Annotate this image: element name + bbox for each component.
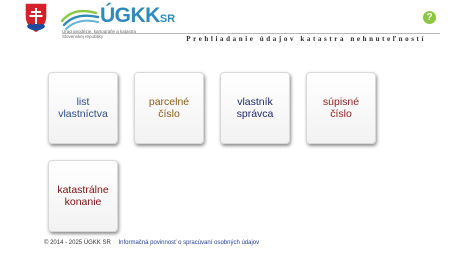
tile-parcelne-cislo[interactable]: parcelné číslo bbox=[134, 72, 204, 144]
tile-label-line2: číslo bbox=[158, 108, 180, 120]
page-title: Prehliadanie údajov katastra nehnuteľnos… bbox=[186, 35, 426, 43]
page-title-bar: Prehliadanie údajov katastra nehnuteľnos… bbox=[62, 33, 440, 43]
tile-label: katastrálne konanie bbox=[57, 184, 108, 208]
page-footer: © 2014 - 2025 ÚGKK SR Informačná povinno… bbox=[44, 240, 259, 246]
tile-label-line2: číslo bbox=[330, 108, 352, 120]
tile-label-line2: vlastníctva bbox=[58, 108, 108, 120]
tile-label-line1: list bbox=[76, 96, 90, 108]
tile-label-line1: súpisné bbox=[322, 96, 360, 108]
tile-label-line2: správca bbox=[236, 108, 274, 120]
logo-suffix: SR bbox=[159, 13, 176, 25]
help-icon[interactable]: ? bbox=[423, 11, 436, 24]
tile-list-vlastnictva[interactable]: list vlastníctva bbox=[48, 72, 118, 144]
tile-label: súpisné číslo bbox=[323, 96, 359, 120]
tile-vlastnik-spravca[interactable]: vlastník správca bbox=[220, 72, 290, 144]
privacy-info-link[interactable]: Informačná povinnosť o spracúvaní osobný… bbox=[118, 240, 259, 246]
footer-copyright: © 2014 - 2025 ÚGKK SR bbox=[44, 240, 111, 246]
tile-label-line2: konanie bbox=[64, 196, 102, 208]
slovak-coat-of-arms-icon bbox=[24, 2, 48, 34]
tile-label-line1: katastrálne bbox=[57, 184, 109, 196]
logo-name: ÚGKK bbox=[100, 4, 160, 27]
tile-label: list vlastníctva bbox=[58, 96, 108, 120]
tile-supisne-cislo[interactable]: súpisné číslo bbox=[306, 72, 376, 144]
tile-label-line1: vlastník bbox=[237, 96, 273, 108]
tile-label: parcelné číslo bbox=[149, 96, 189, 120]
tile-label-line1: parcelné bbox=[148, 96, 190, 108]
page-header: ÚGKKSR Úrad geodézie, kartografie a kata… bbox=[0, 0, 474, 46]
tile-label: vlastník správca bbox=[237, 96, 274, 120]
ugkk-logo-text: ÚGKKSR bbox=[100, 4, 175, 31]
ugkk-logo-icon bbox=[60, 9, 100, 30]
tile-katastralne-konanie[interactable]: katastrálne konanie bbox=[48, 160, 118, 232]
